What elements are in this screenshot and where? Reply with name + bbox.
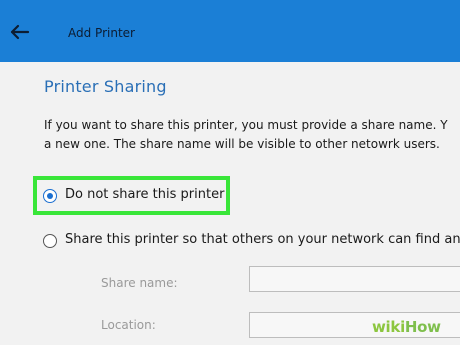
back-arrow-icon[interactable] bbox=[10, 24, 30, 40]
section-heading: Printer Sharing bbox=[44, 77, 167, 96]
wikihow-watermark: wikiHow bbox=[372, 318, 441, 336]
share-printer-radio[interactable] bbox=[43, 234, 57, 248]
description-line: If you want to share this printer, you m… bbox=[44, 118, 448, 132]
location-label: Location: bbox=[101, 318, 156, 332]
watermark-how: How bbox=[404, 318, 441, 336]
share-printer-label[interactable]: Share this printer so that others on you… bbox=[65, 232, 460, 247]
share-name-label: Share name: bbox=[101, 276, 178, 290]
share-name-input[interactable] bbox=[249, 266, 460, 292]
watermark-wiki: wiki bbox=[372, 318, 405, 336]
title-bar: Add Printer bbox=[0, 0, 460, 62]
window-title: Add Printer bbox=[68, 26, 135, 40]
do-not-share-radio[interactable] bbox=[43, 189, 57, 203]
section-description: If you want to share this printer, you m… bbox=[44, 116, 460, 154]
description-line: a new one. The share name will be visibl… bbox=[44, 137, 440, 151]
do-not-share-label[interactable]: Do not share this printer bbox=[65, 187, 224, 202]
